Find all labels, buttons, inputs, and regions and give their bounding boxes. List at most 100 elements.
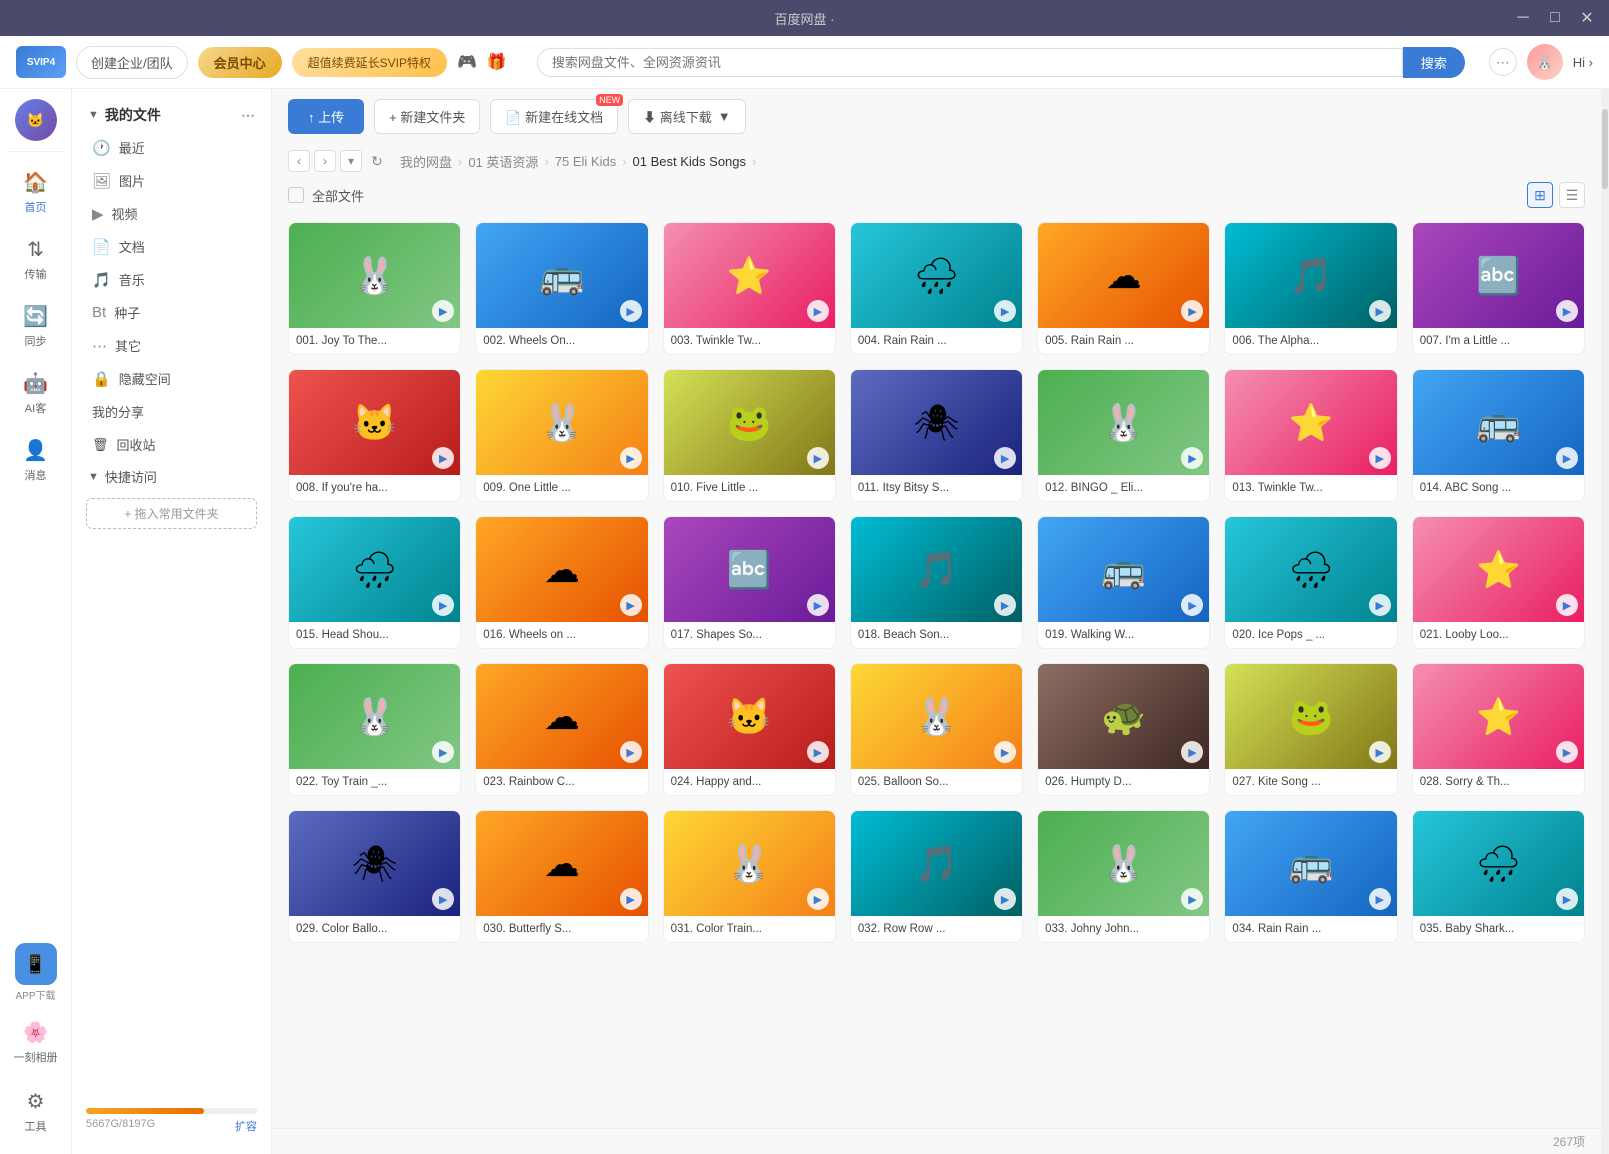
sidebar-item-tools[interactable]: ⚙ 工具 [14, 1077, 58, 1144]
file-item-035[interactable]: 🌧 ▶ 035. Baby Shark... [1412, 810, 1585, 943]
sidebar-item-docs[interactable]: 📄 文档 [72, 230, 271, 263]
file-item-018[interactable]: 🎵 ▶ 018. Beach Son... [850, 516, 1023, 649]
file-item-010[interactable]: 🐸 ▶ 010. Five Little ... [663, 369, 836, 502]
file-item-029[interactable]: 🕷 ▶ 029. Color Ballo... [288, 810, 461, 943]
sidebar-item-recent[interactable]: 🕐 最近 [72, 131, 271, 164]
list-view-button[interactable]: ☰ [1559, 182, 1585, 208]
file-item-031[interactable]: 🐰 ▶ 031. Color Train... [663, 810, 836, 943]
pin-folder-button[interactable]: + 拖入常用文件夹 [86, 498, 257, 529]
sidebar-item-seeds[interactable]: Bt 种子 [72, 296, 271, 329]
file-item-023[interactable]: ☁ ▶ 023. Rainbow C... [475, 663, 648, 796]
sidebar-item-photos[interactable]: 🖼 图片 [72, 164, 271, 197]
breadcrumb-path2[interactable]: 75 Eli Kids [555, 154, 616, 169]
file-label: 001. Joy To The... [289, 328, 460, 354]
my-files-section[interactable]: ▼ 我的文件 ⋯ [72, 99, 271, 131]
file-item-016[interactable]: ☁ ▶ 016. Wheels on ... [475, 516, 648, 649]
file-item-012[interactable]: 🐰 ▶ 012. BINGO _ Eli... [1037, 369, 1210, 502]
expand-storage-button[interactable]: 扩容 [235, 1118, 257, 1134]
file-item-005[interactable]: ☁ ▶ 005. Rain Rain ... [1037, 222, 1210, 355]
file-thumb: 🕷 ▶ [289, 811, 460, 916]
play-overlay: ▶ [1556, 741, 1578, 763]
sidebar-item-sync[interactable]: 🔄 同步 [0, 292, 71, 359]
sidebar-item-transfer[interactable]: ⇅ 传输 [0, 225, 71, 292]
file-item-033[interactable]: 🐰 ▶ 033. Johny John... [1037, 810, 1210, 943]
sidebar-item-myshare[interactable]: 我的分享 [72, 395, 271, 428]
sidebar-item-photobook[interactable]: 🌸 一刻相册 [14, 1008, 58, 1075]
play-overlay: ▶ [620, 300, 642, 322]
file-item-028[interactable]: ⭐ ▶ 028. Sorry & Th... [1412, 663, 1585, 796]
file-item-025[interactable]: 🐰 ▶ 025. Balloon So... [850, 663, 1023, 796]
file-item-022[interactable]: 🐰 ▶ 022. Toy Train _... [288, 663, 461, 796]
svip-button[interactable]: 超值续费延长SVIP特权 [292, 48, 447, 77]
breadcrumb-refresh-button[interactable]: ↻ [366, 150, 388, 172]
scrollbar[interactable] [1601, 89, 1609, 1154]
select-all-checkbox[interactable] [288, 187, 304, 203]
new-doc-button[interactable]: 📄 新建在线文档 NEW [490, 99, 618, 134]
file-item-030[interactable]: ☁ ▶ 030. Butterfly S... [475, 810, 648, 943]
grid-view-button[interactable]: ⊞ [1527, 182, 1553, 208]
file-item-013[interactable]: ⭐ ▶ 013. Twinkle Tw... [1224, 369, 1397, 502]
minimize-button[interactable]: ─ [1513, 8, 1533, 28]
file-item-034[interactable]: 🚌 ▶ 034. Rain Rain ... [1224, 810, 1397, 943]
breadcrumb-myfiles[interactable]: 我的网盘 [400, 152, 452, 171]
breadcrumb-back-button[interactable]: ‹ [288, 150, 310, 172]
sidebar-item-hidden[interactable]: 🔒 隐藏空间 [72, 362, 271, 395]
my-files-more-button[interactable]: ⋯ [241, 107, 255, 124]
file-thumb-icon: 🎵 [914, 843, 959, 885]
breadcrumb-dropdown-button[interactable]: ▾ [340, 150, 362, 172]
file-item-003[interactable]: ⭐ ▶ 003. Twinkle Tw... [663, 222, 836, 355]
file-item-014[interactable]: 🚌 ▶ 014. ABC Song ... [1412, 369, 1585, 502]
new-folder-button[interactable]: + 新建文件夹 [374, 99, 480, 134]
app-download-button[interactable]: 📱 [15, 943, 57, 985]
file-thumb-icon: 🔤 [1476, 255, 1521, 297]
sidebar-item-message[interactable]: 👤 消息 [0, 426, 71, 493]
file-item-006[interactable]: 🎵 ▶ 006. The Alpha... [1224, 222, 1397, 355]
sidebar-avatar[interactable]: 🐱 [15, 99, 57, 141]
quick-access-section[interactable]: ▼ 快捷访问 [72, 461, 271, 492]
file-item-011[interactable]: 🕷 ▶ 011. Itsy Bitsy S... [850, 369, 1023, 502]
file-item-021[interactable]: ⭐ ▶ 021. Looby Loo... [1412, 516, 1585, 649]
file-thumb-icon: ☁ [544, 843, 580, 885]
user-hi-label[interactable]: Hi › [1573, 55, 1593, 70]
header-more-button[interactable]: ⋯ [1489, 48, 1517, 76]
create-company-button[interactable]: 创建企业/团队 [76, 46, 188, 79]
vip-center-button[interactable]: 会员中心 [198, 47, 282, 78]
search-input[interactable] [537, 48, 1403, 77]
maximize-button[interactable]: □ [1545, 8, 1565, 28]
search-button[interactable]: 搜索 [1403, 47, 1465, 78]
avatar[interactable]: 🐰 [1527, 44, 1563, 80]
breadcrumb-path1[interactable]: 01 英语资源 [468, 152, 538, 171]
file-item-024[interactable]: 🐱 ▶ 024. Happy and... [663, 663, 836, 796]
photos-icon: 🖼 [92, 172, 111, 190]
file-item-015[interactable]: 🌧 ▶ 015. Head Shou... [288, 516, 461, 649]
sidebar-item-recycle[interactable]: 🗑 回收站 [72, 428, 271, 461]
file-item-017[interactable]: 🔤 ▶ 017. Shapes So... [663, 516, 836, 649]
file-item-009[interactable]: 🐰 ▶ 009. One Little ... [475, 369, 648, 502]
sidebar-item-music[interactable]: 🎵 音乐 [72, 263, 271, 296]
breadcrumb-forward-button[interactable]: › [314, 150, 336, 172]
close-button[interactable]: ✕ [1577, 8, 1597, 28]
file-item-032[interactable]: 🎵 ▶ 032. Row Row ... [850, 810, 1023, 943]
sidebar-item-ai[interactable]: 🤖 AI客 [0, 359, 71, 426]
gift-icon[interactable]: 🎁 [487, 52, 507, 72]
sidebar-item-other[interactable]: ⋯ 其它 [72, 329, 271, 362]
file-item-008[interactable]: 🐱 ▶ 008. If you're ha... [288, 369, 461, 502]
file-item-027[interactable]: 🐸 ▶ 027. Kite Song ... [1224, 663, 1397, 796]
file-item-004[interactable]: 🌧 ▶ 004. Rain Rain ... [850, 222, 1023, 355]
file-item-020[interactable]: 🌧 ▶ 020. Ice Pops _ ... [1224, 516, 1397, 649]
file-thumb-icon: 🚌 [540, 255, 585, 297]
file-item-007[interactable]: 🔤 ▶ 007. I'm a Little ... [1412, 222, 1585, 355]
file-grid-container[interactable]: 🐰 ▶ 001. Joy To The... 🚌 ▶ 002. Wheels O… [272, 212, 1601, 1128]
game-icon[interactable]: 🎮 [457, 52, 477, 72]
upload-button[interactable]: ↑ 上传 [288, 99, 364, 134]
file-item-026[interactable]: 🐢 ▶ 026. Humpty D... [1037, 663, 1210, 796]
file-item-002[interactable]: 🚌 ▶ 002. Wheels On... [475, 222, 648, 355]
file-item-001[interactable]: 🐰 ▶ 001. Joy To The... [288, 222, 461, 355]
file-item-019[interactable]: 🚌 ▶ 019. Walking W... [1037, 516, 1210, 649]
sidebar-item-videos[interactable]: ▶ 视频 [72, 197, 271, 230]
sidebar-item-home[interactable]: 🏠 首页 [0, 158, 71, 225]
app-body: 🐱 🏠 首页 ⇅ 传输 🔄 同步 🤖 AI客 👤 消息 📱 APP下载 🌸 [0, 89, 1609, 1154]
offline-download-button[interactable]: ⬇ 离线下载 ▼ [628, 99, 746, 134]
file-thumb-icon: 🌧 [1476, 843, 1522, 885]
scrollbar-thumb[interactable] [1602, 109, 1608, 189]
